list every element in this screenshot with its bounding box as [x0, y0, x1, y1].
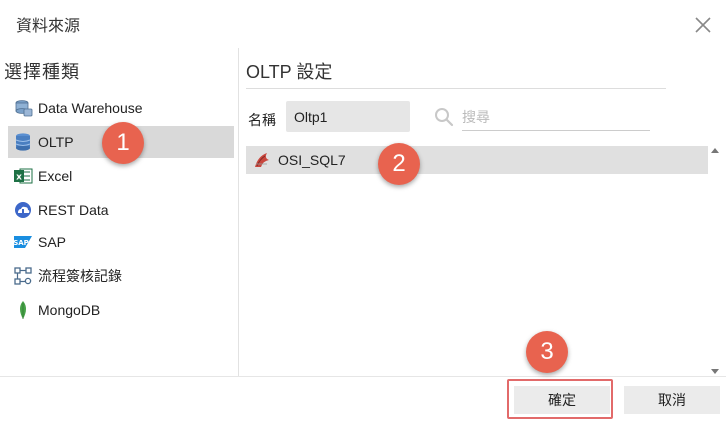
excel-icon: x	[12, 165, 34, 187]
panel-divider	[238, 48, 239, 376]
connection-list: OSI_SQL7	[246, 146, 708, 376]
settings-heading: OLTP 設定	[246, 62, 333, 82]
category-item-sap[interactable]: SAP SAP	[8, 226, 234, 258]
dialog-title: 資料來源	[16, 18, 81, 35]
category-item-mongodb[interactable]: MongoDB	[8, 294, 234, 326]
category-label: SAP	[38, 234, 67, 250]
category-item-excel[interactable]: x Excel	[8, 160, 234, 192]
scroll-up-arrow-icon[interactable]	[710, 146, 720, 156]
step-marker-2: 2	[378, 143, 420, 185]
step-marker-1: 1	[102, 122, 144, 164]
svg-text:x: x	[16, 173, 22, 183]
step-marker-3: 3	[526, 331, 568, 373]
category-label: MongoDB	[38, 302, 101, 318]
list-scrollbar[interactable]	[708, 146, 722, 376]
category-label: OLTP	[38, 134, 74, 150]
search-input[interactable]	[462, 104, 650, 131]
name-field[interactable]	[286, 101, 410, 132]
category-item-data-warehouse[interactable]: Data Warehouse	[8, 92, 234, 124]
database-icon	[12, 131, 34, 153]
search-icon[interactable]	[434, 107, 454, 127]
category-label: Excel	[38, 168, 73, 184]
category-item-workflow[interactable]: 流程簽核記錄	[8, 260, 234, 292]
cancel-button[interactable]: 取消	[624, 386, 720, 414]
sql-server-icon	[252, 150, 272, 170]
name-label: 名稱	[248, 112, 276, 128]
sap-icon: SAP	[12, 231, 34, 253]
ok-button[interactable]: 確定	[514, 386, 610, 414]
footer-divider	[0, 376, 726, 377]
category-heading: 選擇種類	[4, 62, 80, 82]
heading-rule	[246, 88, 666, 89]
database-stack-icon	[12, 97, 34, 119]
workflow-icon	[12, 265, 34, 287]
scroll-down-arrow-icon[interactable]	[710, 366, 720, 376]
category-label: REST Data	[38, 202, 109, 218]
connection-item-osi-sql7[interactable]: OSI_SQL7	[246, 146, 708, 174]
category-label: Data Warehouse	[38, 100, 143, 116]
category-label: 流程簽核記錄	[38, 268, 122, 284]
cloud-icon	[12, 199, 34, 221]
svg-text:SAP: SAP	[13, 239, 29, 247]
mongodb-leaf-icon	[12, 299, 34, 321]
connection-label: OSI_SQL7	[278, 152, 346, 168]
close-icon[interactable]	[692, 14, 714, 36]
category-item-rest-data[interactable]: REST Data	[8, 194, 234, 226]
